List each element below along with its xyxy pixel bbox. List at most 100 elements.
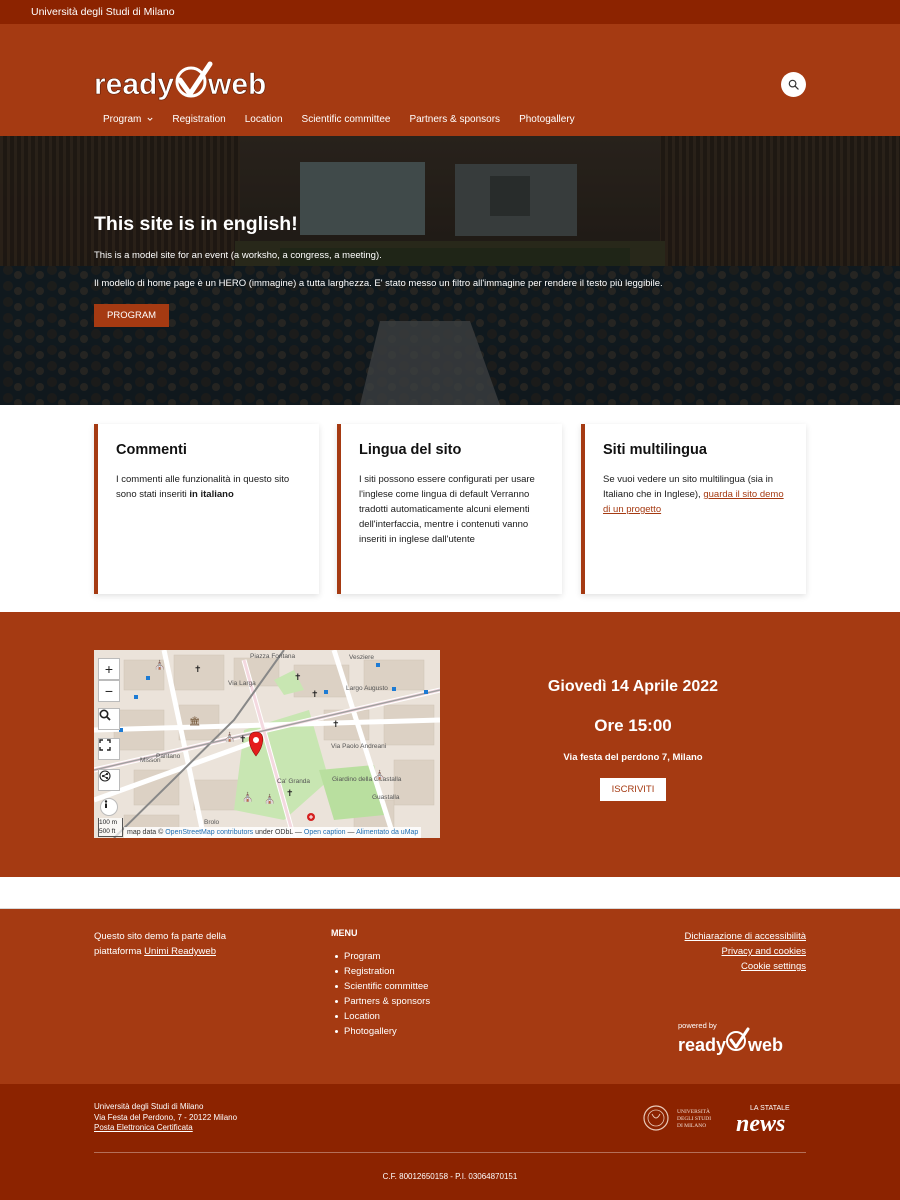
umap-link[interactable]: Alimentato da uMap — [356, 829, 418, 836]
svg-text:🏛: 🏛 — [189, 716, 200, 727]
footer-about: Questo sito demo fa parte della piattafo… — [94, 929, 264, 959]
event-address: Via festa del perdono 7, Milano — [563, 752, 703, 763]
card-commenti: Commenti I commenti alle funzionalità in… — [94, 424, 319, 594]
svg-text:⛪: ⛪ — [374, 769, 385, 781]
unimi-logo[interactable]: UNIVERSITÀ DEGLI STUDI DI MILANO — [643, 1104, 723, 1132]
svg-text:⛪: ⛪ — [242, 791, 253, 803]
osm-link[interactable]: OpenStreetMap contributors — [165, 829, 253, 836]
map-label-ca-granda: Ca' Granda — [277, 778, 310, 785]
event-info: Giovedì 14 Aprile 2022 Ore 15:00 Via fes… — [500, 678, 766, 801]
unimi-logo-line2: DEGLI STUDI — [677, 1116, 711, 1122]
powered-by-readyweb-logo[interactable]: powered by ready web — [678, 1019, 804, 1057]
footer-menu-item-registration[interactable]: Registration — [331, 964, 430, 979]
info-button[interactable] — [100, 798, 118, 816]
scale-meters: 100 m — [99, 819, 118, 826]
search-button[interactable] — [781, 72, 806, 97]
location-map[interactable]: Piazza Fontana Vesziere Largo Augusto Vi… — [94, 650, 440, 838]
map-label-giardino-guastalla: Giardino della Guastalla — [332, 776, 402, 783]
hero-title: This site is in english! — [94, 213, 298, 235]
hero-description-2: Il modello di home page è un HERO (immag… — [94, 278, 663, 289]
footer-legal-links: Dichiarazione di accessibilità Privacy a… — [685, 929, 806, 974]
nav-label: Program — [103, 113, 142, 125]
attribution-mid: under ODbL — — [253, 829, 304, 836]
pec-link[interactable]: Posta Elettronica Certificata — [94, 1123, 193, 1132]
share-button[interactable] — [98, 769, 120, 791]
search-icon — [788, 79, 799, 90]
accessibility-link[interactable]: Dichiarazione di accessibilità — [685, 929, 806, 944]
map-label-brolo: Brolo — [204, 819, 220, 826]
scale-feet: 500 ft — [99, 828, 116, 835]
powered-by-label: powered by — [678, 1021, 717, 1030]
address-line-1: Università degli Studi di Milano — [94, 1102, 204, 1111]
nav-item-registration[interactable]: Registration — [172, 114, 225, 125]
svg-text:✝: ✝ — [194, 665, 202, 675]
hero-content: This site is in english! This is a model… — [94, 213, 663, 327]
svg-text:ready: ready — [94, 68, 174, 101]
top-bar: Università degli Studi di Milano — [0, 0, 900, 24]
nav-item-location[interactable]: Location — [245, 114, 283, 125]
hero-section: This site is in english! This is a model… — [0, 136, 900, 405]
map-label-guastalla: Guastalla — [372, 794, 400, 801]
map-label-largo-augusto: Largo Augusto — [346, 685, 388, 692]
event-date: Giovedì 14 Aprile 2022 — [547, 678, 719, 695]
site-header: ready web Program Registration Location … — [0, 24, 900, 136]
bottom-bar: Università degli Studi di Milano Via Fes… — [0, 1084, 900, 1200]
map-attribution: map data © OpenStreetMap contributors un… — [124, 827, 422, 838]
unimi-logo-line3: DI MILANO — [677, 1123, 706, 1129]
share-icon — [99, 770, 111, 782]
nav-item-partners-sponsors[interactable]: Partners & sponsors — [409, 114, 500, 125]
map-scale: 100 m 500 ft — [98, 818, 123, 837]
la-statale-news-logo[interactable]: LA STATALE news — [736, 1102, 808, 1134]
open-caption-link[interactable]: Open caption — [304, 829, 346, 836]
fullscreen-icon — [99, 739, 111, 751]
footer-menu: MENU Program Registration Scientific com… — [331, 928, 430, 1039]
event-section: Piazza Fontana Vesziere Largo Augusto Vi… — [0, 612, 900, 877]
svg-text:✝: ✝ — [332, 720, 340, 730]
card-bold-text: in italiano — [189, 489, 234, 500]
main-nav: Program Registration Location Scientific… — [94, 109, 594, 129]
footer-menu-item-program[interactable]: Program — [331, 949, 430, 964]
footer-menu-item-scientific-committee[interactable]: Scientific committee — [331, 979, 430, 994]
map-label-via-paolo-andreani: Via Paolo Andreani — [331, 743, 386, 750]
card-text: I siti possono essere configurati per us… — [359, 474, 535, 545]
card-title: Lingua del sito — [359, 442, 462, 458]
svg-text:✝: ✝ — [286, 789, 294, 799]
map-label-piazza-fontana: Piazza Fontana — [250, 653, 296, 660]
nav-item-program[interactable]: Program — [103, 114, 153, 125]
university-address: Università degli Studi di Milano Via Fes… — [94, 1102, 237, 1134]
fiscal-code: C.F. 80012650158 - P.I. 03064870151 — [382, 1172, 518, 1181]
readyweb-logo[interactable]: ready web — [94, 58, 294, 104]
unimi-logo-line1: UNIVERSITÀ — [677, 1107, 710, 1115]
cookie-settings-link[interactable]: Cookie settings — [685, 959, 806, 974]
footer-menu-item-location[interactable]: Location — [331, 1009, 430, 1024]
program-button[interactable]: PROGRAM — [94, 304, 170, 327]
svg-text:ready: ready — [678, 1035, 726, 1055]
unimi-readyweb-link[interactable]: Unimi Readyweb — [144, 946, 216, 957]
university-name[interactable]: Università degli Studi di Milano — [31, 6, 175, 18]
svg-text:⛪: ⛪ — [264, 793, 275, 805]
nav-item-photogallery[interactable]: Photogallery — [519, 114, 575, 125]
map-label-vesziere: Vesziere — [349, 654, 374, 661]
register-button[interactable]: ISCRIVITI — [599, 778, 667, 801]
card-text: Se vuoi vedere un sito multilingua (sia … — [603, 474, 784, 515]
info-cards: Commenti I commenti alle funzionalità in… — [0, 405, 900, 612]
site-footer: Questo sito demo fa parte della piattafo… — [0, 909, 900, 1084]
card-siti-multilingua: Siti multilingua Se vuoi vedere un sito … — [581, 424, 806, 594]
svg-text:web: web — [207, 68, 266, 101]
svg-text:✝: ✝ — [239, 735, 247, 745]
search-icon — [99, 709, 111, 721]
map-search-button[interactable] — [98, 708, 120, 730]
svg-text:⛪: ⛪ — [154, 659, 165, 671]
map-tiles[interactable]: Piazza Fontana Vesziere Largo Augusto Vi… — [94, 650, 440, 838]
footer-menu-title: MENU — [331, 928, 358, 938]
bottom-divider — [94, 1152, 806, 1153]
card-title: Commenti — [116, 442, 187, 458]
privacy-link[interactable]: Privacy and cookies — [685, 944, 806, 959]
hero-description: This is a model site for an event (a wor… — [94, 250, 382, 261]
fullscreen-button[interactable] — [98, 738, 120, 760]
zoom-out-button[interactable]: − — [98, 680, 120, 702]
nav-item-scientific-committee[interactable]: Scientific committee — [302, 114, 391, 125]
footer-menu-item-photogallery[interactable]: Photogallery — [331, 1024, 430, 1039]
footer-menu-item-partners-sponsors[interactable]: Partners & sponsors — [331, 994, 430, 1009]
zoom-in-button[interactable]: + — [98, 658, 120, 680]
